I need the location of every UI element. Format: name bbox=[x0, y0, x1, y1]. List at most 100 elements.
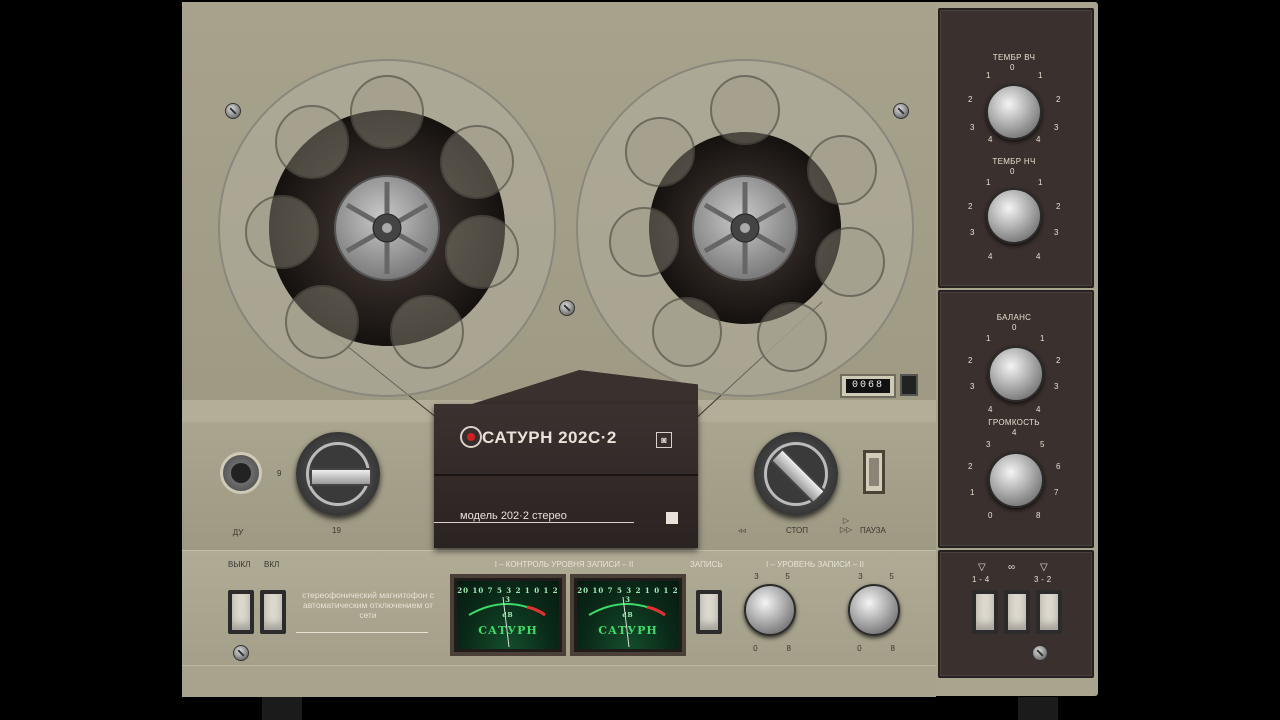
tone-lf-knob[interactable] bbox=[986, 188, 1042, 244]
tone-hf-mark: 2 bbox=[1056, 95, 1061, 104]
tone-hf-mark: 4 bbox=[1036, 135, 1041, 144]
track-3-2-button[interactable] bbox=[1036, 590, 1062, 634]
tone-hf-mark: 4 bbox=[988, 135, 993, 144]
rec-monitor-label: I – КОНТРОЛЬ УРОВНЯ ЗАПИСИ – II bbox=[494, 560, 634, 569]
balance-mark: 1 bbox=[1040, 334, 1045, 343]
rec-level-knob-right[interactable] bbox=[848, 584, 900, 636]
tone-lf-mark: 2 bbox=[968, 202, 973, 211]
tone-hf-mark: 1 bbox=[986, 71, 991, 80]
foot bbox=[262, 697, 302, 720]
rec-level-scale-right-bottom: 0 8 bbox=[857, 644, 895, 653]
model-label: модель 202·2 стерео bbox=[460, 510, 567, 522]
brand-name: САТУРН 202С·2 bbox=[482, 428, 617, 447]
screw-icon bbox=[233, 645, 249, 661]
tone-lf-mark: 3 bbox=[970, 228, 975, 237]
right-reel[interactable] bbox=[576, 59, 914, 397]
track-left-icon: ▽ bbox=[978, 562, 986, 573]
balance-knob[interactable] bbox=[988, 346, 1044, 402]
counter-value: 0068 bbox=[846, 379, 890, 393]
vu-unit: dB bbox=[622, 612, 634, 619]
tone-panel bbox=[938, 8, 1094, 288]
tone-hf-mark: 0 bbox=[1010, 63, 1015, 72]
tone-hf-label: ТЕМБР ВЧ bbox=[992, 53, 1036, 62]
tone-lf-mark: 3 bbox=[1054, 228, 1059, 237]
volume-mark: 2 bbox=[968, 462, 973, 471]
track-left-label: 1 - 4 bbox=[972, 575, 990, 584]
tone-hf-mark: 3 bbox=[970, 123, 975, 132]
vu-scale: 20 10 7 5 3 2 1 0 1 2 3 bbox=[457, 586, 559, 604]
balance-mark: 0 bbox=[1012, 323, 1017, 332]
tone-lf-mark: 0 bbox=[1010, 167, 1015, 176]
tone-lf-mark: 4 bbox=[988, 252, 993, 261]
tone-hf-mark: 2 bbox=[968, 95, 973, 104]
volume-knob[interactable] bbox=[988, 452, 1044, 508]
speed-lever[interactable] bbox=[310, 468, 372, 486]
vu-meter-left: 20 10 7 5 3 2 1 0 1 2 3 dB САТУРН bbox=[450, 574, 566, 656]
brand-logo-icon bbox=[460, 426, 482, 448]
vu-brand: САТУРН bbox=[478, 624, 538, 637]
play-ff-label: ▷ ▷▷ bbox=[839, 516, 853, 534]
volume-mark: 3 bbox=[986, 440, 991, 449]
remote-socket[interactable] bbox=[220, 452, 262, 494]
counter-reset-button[interactable] bbox=[900, 374, 918, 396]
balance-label: БАЛАНС bbox=[996, 313, 1032, 322]
tone-lf-mark: 1 bbox=[1038, 178, 1043, 187]
vu-scale: 20 10 7 5 3 2 1 0 1 2 3 bbox=[577, 586, 679, 604]
left-reel[interactable] bbox=[218, 59, 556, 397]
rec-level-scale-left: 3 5 bbox=[754, 572, 790, 581]
balance-mark: 4 bbox=[988, 405, 993, 414]
rec-level-knob-left[interactable] bbox=[744, 584, 796, 636]
tone-lf-label: ТЕМБР НЧ bbox=[992, 157, 1036, 166]
tone-hf-knob[interactable] bbox=[986, 84, 1042, 140]
track-right-label: 3 - 2 bbox=[1034, 575, 1052, 584]
power-off-label: ВЫКЛ bbox=[228, 560, 251, 569]
screw-icon bbox=[1032, 645, 1048, 661]
vu-unit: dB bbox=[502, 612, 514, 619]
foot bbox=[1018, 697, 1058, 720]
vu-brand: САТУРН bbox=[598, 624, 658, 637]
balance-mark: 3 bbox=[970, 382, 975, 391]
volume-mark: 4 bbox=[1012, 428, 1017, 437]
quality-mark-icon bbox=[666, 512, 678, 524]
rec-level-label: I – УРОВЕНЬ ЗАПИСИ – II bbox=[766, 560, 864, 569]
rewind-label: ◃◃ bbox=[738, 526, 747, 535]
tone-hf-mark: 3 bbox=[1054, 123, 1059, 132]
power-on-label: ВКЛ bbox=[264, 560, 280, 569]
tone-lf-mark: 1 bbox=[986, 178, 991, 187]
volume-mark: 8 bbox=[1036, 511, 1041, 520]
rec-level-scale-left-bottom: 0 8 bbox=[753, 644, 791, 653]
balance-mark: 3 bbox=[1054, 382, 1059, 391]
volume-mark: 0 bbox=[988, 511, 993, 520]
rec-level-scale-right: 3 5 bbox=[858, 572, 894, 581]
speed-mark-bottom: 19 bbox=[332, 526, 341, 535]
volume-mark: 6 bbox=[1056, 462, 1061, 471]
speed-selector[interactable] bbox=[296, 432, 380, 516]
power-on-button[interactable] bbox=[260, 590, 286, 634]
quality-mark-icon: ◙ bbox=[656, 432, 672, 448]
balance-mark: 4 bbox=[1036, 405, 1041, 414]
bottom-lip bbox=[182, 665, 936, 697]
track-mid-icon: ∞ bbox=[1008, 562, 1016, 573]
tape-counter: 0068 bbox=[840, 374, 896, 398]
tone-lf-mark: 2 bbox=[1056, 202, 1061, 211]
head-cover: САТУРН 202С·2 ◙ модель 202·2 стерео bbox=[434, 404, 698, 548]
pause-label: ПАУЗА bbox=[860, 526, 886, 535]
remote-label: ДУ bbox=[232, 528, 244, 537]
tone-hf-mark: 1 bbox=[1038, 71, 1043, 80]
volume-mark: 7 bbox=[1054, 488, 1059, 497]
stop-label: СТОП bbox=[786, 526, 809, 535]
transport-selector[interactable] bbox=[754, 432, 838, 516]
description-text: стереофонический магнитофон с автоматиче… bbox=[302, 590, 434, 620]
vu-meter-right: 20 10 7 5 3 2 1 0 1 2 3 dB САТУРН bbox=[570, 574, 686, 656]
record-button[interactable] bbox=[696, 590, 722, 634]
track-stereo-button[interactable] bbox=[1004, 590, 1030, 634]
volume-label: ГРОМКОСТЬ bbox=[988, 418, 1040, 427]
power-off-button[interactable] bbox=[228, 590, 254, 634]
track-right-icon: ▽ bbox=[1040, 562, 1048, 573]
pause-button[interactable] bbox=[863, 450, 885, 494]
volume-mark: 1 bbox=[970, 488, 975, 497]
record-label: ЗАПИСЬ bbox=[690, 560, 723, 569]
balance-mark: 2 bbox=[1056, 356, 1061, 365]
volume-mark: 5 bbox=[1040, 440, 1045, 449]
track-1-4-button[interactable] bbox=[972, 590, 998, 634]
